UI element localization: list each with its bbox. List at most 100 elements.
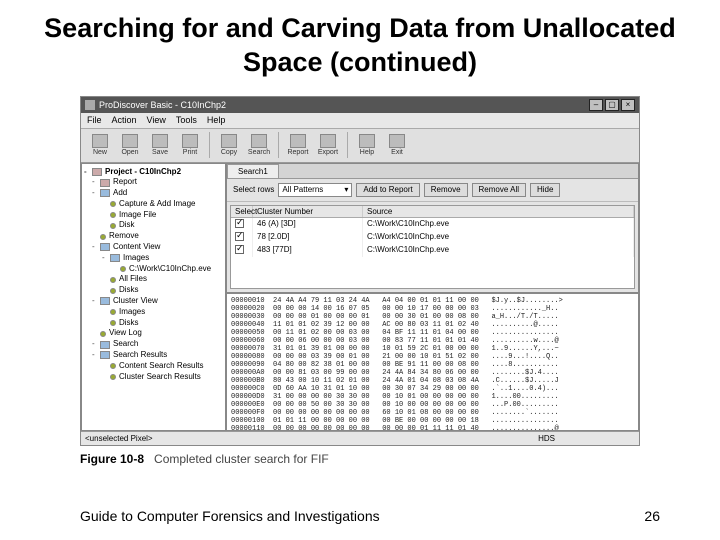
window-title: ProDiscover Basic - C10InChp2 [99,100,226,110]
tree-item[interactable]: C:\Work\C10InChp.eve [84,264,223,275]
tree-item[interactable]: View Log [84,328,223,339]
tree-item[interactable]: -Content View [84,242,223,253]
menu-help[interactable]: Help [207,115,226,125]
tree-item[interactable]: Cluster Search Results [84,372,223,383]
dot-icon [110,277,116,283]
footer-left: Guide to Computer Forensics and Investig… [80,508,380,524]
menu-view[interactable]: View [147,115,166,125]
tree-item[interactable]: Remove [84,231,223,242]
menu-action[interactable]: Action [112,115,137,125]
dot-icon [110,201,116,207]
pattern-dropdown[interactable]: All Patterns ▾ [278,183,352,197]
toolbar-search-button[interactable]: Search [246,131,272,159]
dot-icon [100,331,106,337]
tree-item[interactable]: Image File [84,210,223,221]
toolbar-export-button[interactable]: Export [315,131,341,159]
close-button[interactable]: × [621,99,635,111]
exit-icon [389,134,405,148]
hide-button[interactable]: Hide [530,183,560,197]
toolbar-separator [347,132,348,158]
project-tree[interactable]: - Project - C10InChp2 -Report-AddCapture… [81,163,226,431]
tree-item[interactable]: All Files [84,274,223,285]
tree-item[interactable]: -Add [84,188,223,199]
table-row[interactable]: 483 [77D]C:\Work\C10InChp.eve [231,244,634,257]
save-icon [152,134,168,148]
app-icon [85,100,95,110]
tree-item-label: Images [123,253,149,264]
export-icon [320,134,336,148]
toolbar-open-button[interactable]: Open [117,131,143,159]
tree-item-label: Content View [113,242,160,253]
remove-all-button[interactable]: Remove All [472,183,526,197]
tab-search1[interactable]: Search1 [227,164,279,178]
table-row[interactable]: 46 (A) [3D]C:\Work\C10InChp.eve [231,218,634,231]
tree-item-label: Cluster View [113,296,158,307]
menu-tools[interactable]: Tools [176,115,197,125]
table-row[interactable]: 78 [2.0D]C:\Work\C10InChp.eve [231,231,634,244]
drv-icon [100,341,110,349]
titlebar: ProDiscover Basic - C10InChp2 – ▢ × [81,97,639,113]
toolbar: New Open Save Print Copy Search Report E… [81,129,639,163]
toolbar-copy-button[interactable]: Copy [216,131,242,159]
toolbar-save-button[interactable]: Save [147,131,173,159]
tree-item[interactable]: Disks [84,318,223,329]
slide-title: Searching for and Carving Data from Unal… [0,0,720,88]
tree-item[interactable]: -Report [84,177,223,188]
tree-item-label: Add [113,188,127,199]
tree-item-label: Disks [119,318,139,329]
toolbar-report-button[interactable]: Report [285,131,311,159]
dot-icon [110,288,116,294]
project-icon [92,168,102,176]
cell-cluster-number: 78 [2.0D] [253,231,363,244]
toolbar-separator [209,132,210,158]
search-icon [251,134,267,148]
row-checkbox[interactable] [235,219,244,228]
status-mode: HDS [538,434,555,443]
chevron-down-icon: ▾ [344,185,348,194]
toolbar-print-button[interactable]: Print [177,131,203,159]
dot-icon [100,234,106,240]
tree-item[interactable]: -Images [84,253,223,264]
row-checkbox[interactable] [235,245,244,254]
application-window: ProDiscover Basic - C10InChp2 – ▢ × File… [80,96,640,446]
figure-label: Figure 10-8 [80,452,144,466]
tree-item[interactable]: Disks [84,285,223,296]
toolbar-separator [278,132,279,158]
tree-item-label: Search [113,339,138,350]
tree-item[interactable]: Disk [84,220,223,231]
dot-icon [110,223,116,229]
row-checkbox[interactable] [235,232,244,241]
tree-item-label: Search Results [113,350,167,361]
tree-item[interactable]: Images [84,307,223,318]
col-source: Source [363,206,634,217]
report-icon [290,134,306,148]
toolbar-exit-button[interactable]: Exit [384,131,410,159]
cell-source: C:\Work\C10InChp.eve [363,244,634,257]
hex-viewer[interactable]: 00000010 24 4A A4 79 11 03 24 4A A4 04 0… [226,293,639,431]
tree-item[interactable]: -Search [84,339,223,350]
toolbar-new-button[interactable]: New [87,131,113,159]
tree-item[interactable]: -Search Results [84,350,223,361]
drv-icon [100,351,110,359]
tree-item[interactable]: Content Search Results [84,361,223,372]
remove-button[interactable]: Remove [424,183,468,197]
tree-item[interactable]: Capture & Add Image [84,199,223,210]
project-root-label: Project - C10InChp2 [105,167,181,178]
tree-item-label: Remove [109,231,139,242]
page-number: 26 [644,508,660,524]
add-to-report-button[interactable]: Add to Report [356,183,419,197]
dot-icon [120,266,126,272]
tree-item-label: Image File [119,210,156,221]
tree-item[interactable]: -Cluster View [84,296,223,307]
toolbar-help-button[interactable]: Help [354,131,380,159]
print-icon [182,134,198,148]
menu-file[interactable]: File [87,115,102,125]
tree-item-label: Images [119,307,145,318]
statusbar: <unselected Pixel> HDS [81,431,639,445]
tree-item-label: View Log [109,328,142,339]
cell-cluster-number: 46 (A) [3D] [253,218,363,231]
cluster-results-table[interactable]: Select Cluster Number Source 46 (A) [3D]… [230,205,635,289]
minimize-button[interactable]: – [589,99,603,111]
maximize-button[interactable]: ▢ [605,99,619,111]
status-left: <unselected Pixel> [85,434,153,443]
